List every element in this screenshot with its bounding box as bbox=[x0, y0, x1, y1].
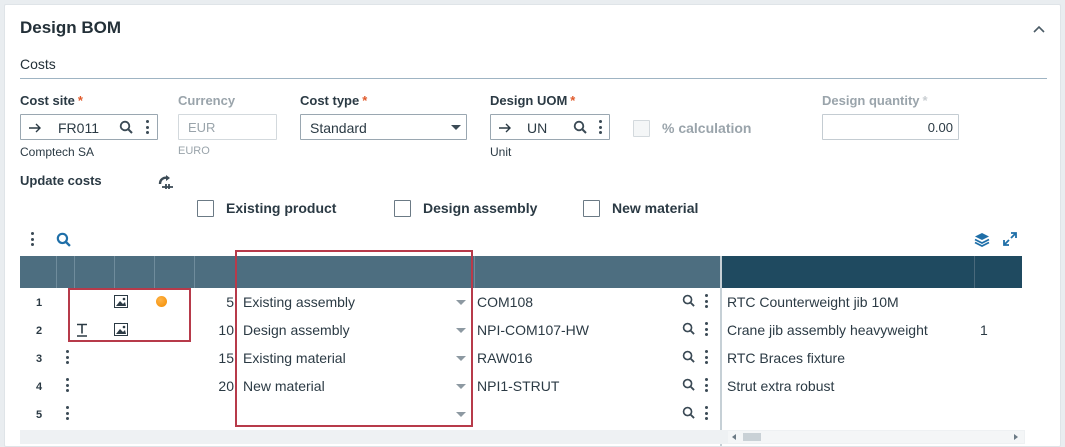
horizontal-scrollbar[interactable] bbox=[20, 430, 1025, 444]
update-costs-label: Update costs bbox=[20, 173, 102, 188]
search-icon[interactable] bbox=[119, 120, 133, 134]
component-cell[interactable]: NPI1-STRUT bbox=[477, 378, 559, 394]
column-header-sequence[interactable]: S... bbox=[198, 13, 219, 29]
design-uom-label: Design UOM * bbox=[490, 93, 576, 108]
scroll-left-icon[interactable] bbox=[732, 434, 736, 440]
existing-product-checkbox[interactable] bbox=[197, 200, 214, 217]
scroll-thumb[interactable] bbox=[743, 433, 761, 441]
currency-field: EUR bbox=[178, 114, 277, 140]
more-options-icon[interactable] bbox=[597, 119, 603, 135]
search-icon[interactable] bbox=[682, 378, 695, 391]
row-actions-icon[interactable] bbox=[64, 377, 70, 393]
arrow-right-icon bbox=[499, 123, 511, 133]
description-cell[interactable]: RTC Braces fixture bbox=[727, 350, 845, 366]
sequence-cell[interactable]: 20 bbox=[194, 378, 234, 394]
design-assembly-label: Design assembly bbox=[423, 200, 538, 216]
design-quantity-value: 0.00 bbox=[927, 120, 953, 135]
expand-icon[interactable] bbox=[1002, 231, 1018, 247]
chevron-up-icon[interactable] bbox=[1030, 21, 1048, 35]
component-cell[interactable]: COM108 bbox=[477, 294, 533, 310]
section-divider bbox=[20, 78, 1047, 79]
row-number: 3 bbox=[35, 353, 43, 365]
required-marker: * bbox=[922, 93, 928, 108]
more-options-icon[interactable] bbox=[703, 405, 709, 421]
cost-site-value: FR011 bbox=[58, 120, 99, 136]
more-options-icon[interactable] bbox=[703, 349, 709, 365]
new-material-checkbox[interactable] bbox=[583, 200, 600, 217]
cost-type-value: Standard bbox=[310, 120, 367, 136]
refresh-cost-icon[interactable] bbox=[157, 174, 175, 190]
row-number: 2 bbox=[35, 325, 43, 337]
grid-header-frozen bbox=[722, 256, 1022, 288]
search-icon[interactable] bbox=[56, 232, 71, 247]
highlight-box-type-column bbox=[235, 250, 473, 427]
column-header-type[interactable]: Type bbox=[243, 13, 273, 29]
description-cell[interactable]: RTC Counterweight jib 10M bbox=[727, 294, 899, 310]
design-quantity-label: Design quantity * bbox=[822, 93, 928, 108]
design-bom-panel: Design BOM Costs Cost site * FR011 Compte… bbox=[4, 4, 1061, 447]
cost-site-description: Comptech SA bbox=[20, 145, 95, 159]
table-row: 3 15 Existing material RAW016 RTC Braces… bbox=[5, 344, 1022, 372]
table-row: 5 bbox=[5, 400, 1022, 428]
chevron-down-icon bbox=[451, 125, 461, 130]
search-icon[interactable] bbox=[682, 322, 695, 335]
row-number: 4 bbox=[35, 381, 43, 393]
more-options-icon[interactable] bbox=[703, 377, 709, 393]
column-header-component[interactable]: Component bbox=[477, 13, 549, 29]
component-cell[interactable]: RAW016 bbox=[477, 350, 533, 366]
row-number: 5 bbox=[35, 409, 43, 421]
row-number: 1 bbox=[35, 297, 43, 309]
required-marker: * bbox=[77, 93, 83, 108]
search-icon[interactable] bbox=[682, 350, 695, 363]
pct-calculation-checkbox bbox=[633, 120, 650, 137]
existing-product-label: Existing product bbox=[226, 200, 337, 216]
currency-label: Currency bbox=[178, 93, 236, 108]
search-icon[interactable] bbox=[682, 294, 695, 307]
design-quantity-field[interactable]: 0.00 bbox=[822, 114, 959, 140]
design-uom-field[interactable]: UN bbox=[490, 114, 610, 140]
description-cell[interactable]: Strut extra robust bbox=[727, 378, 834, 394]
design-uom-value: UN bbox=[527, 120, 548, 136]
search-icon[interactable] bbox=[682, 406, 695, 419]
arrow-right-icon bbox=[29, 123, 41, 133]
component-cell[interactable]: NPI-COM107-HW bbox=[477, 322, 589, 338]
required-marker: * bbox=[570, 93, 576, 108]
sequence-cell[interactable]: 5 bbox=[194, 294, 234, 310]
scroll-track[interactable] bbox=[728, 431, 1024, 443]
search-icon[interactable] bbox=[573, 120, 587, 134]
more-options-icon[interactable] bbox=[144, 119, 150, 135]
section-title: Costs bbox=[20, 56, 56, 72]
cost-site-field[interactable]: FR011 bbox=[20, 114, 158, 140]
column-header-revision[interactable]: Revisio bbox=[978, 13, 1024, 29]
grid-menu-icon[interactable] bbox=[29, 231, 35, 247]
new-material-label: New material bbox=[612, 200, 699, 216]
design-assembly-checkbox[interactable] bbox=[394, 200, 411, 217]
scroll-right-icon[interactable] bbox=[1014, 434, 1018, 440]
cost-site-label: Cost site * bbox=[20, 93, 83, 108]
description-cell[interactable]: Crane jib assembly heavyweight bbox=[727, 322, 928, 338]
currency-value: EUR bbox=[188, 120, 216, 135]
cost-type-select[interactable]: Standard bbox=[300, 114, 467, 140]
sequence-cell[interactable]: 15 bbox=[194, 350, 234, 366]
table-row: 4 20 New material NPI1-STRUT Strut extra… bbox=[5, 372, 1022, 400]
cost-type-label: Cost type * bbox=[300, 93, 368, 108]
pct-calculation-label: % calculation bbox=[662, 120, 752, 136]
highlight-box-icons bbox=[68, 288, 191, 342]
layers-icon[interactable] bbox=[974, 232, 990, 247]
sequence-cell[interactable]: 10 bbox=[194, 322, 234, 338]
more-options-icon[interactable] bbox=[703, 321, 709, 337]
column-header-description[interactable]: Description bbox=[727, 13, 797, 29]
currency-description: EURO bbox=[178, 145, 210, 157]
revision-cell[interactable]: 1 bbox=[980, 322, 988, 338]
row-actions-icon[interactable] bbox=[64, 405, 70, 421]
design-uom-description: Unit bbox=[490, 145, 512, 159]
row-actions-icon[interactable] bbox=[64, 349, 70, 365]
required-marker: * bbox=[362, 93, 368, 108]
panel-title: Design BOM bbox=[20, 18, 122, 37]
more-options-icon[interactable] bbox=[703, 293, 709, 309]
